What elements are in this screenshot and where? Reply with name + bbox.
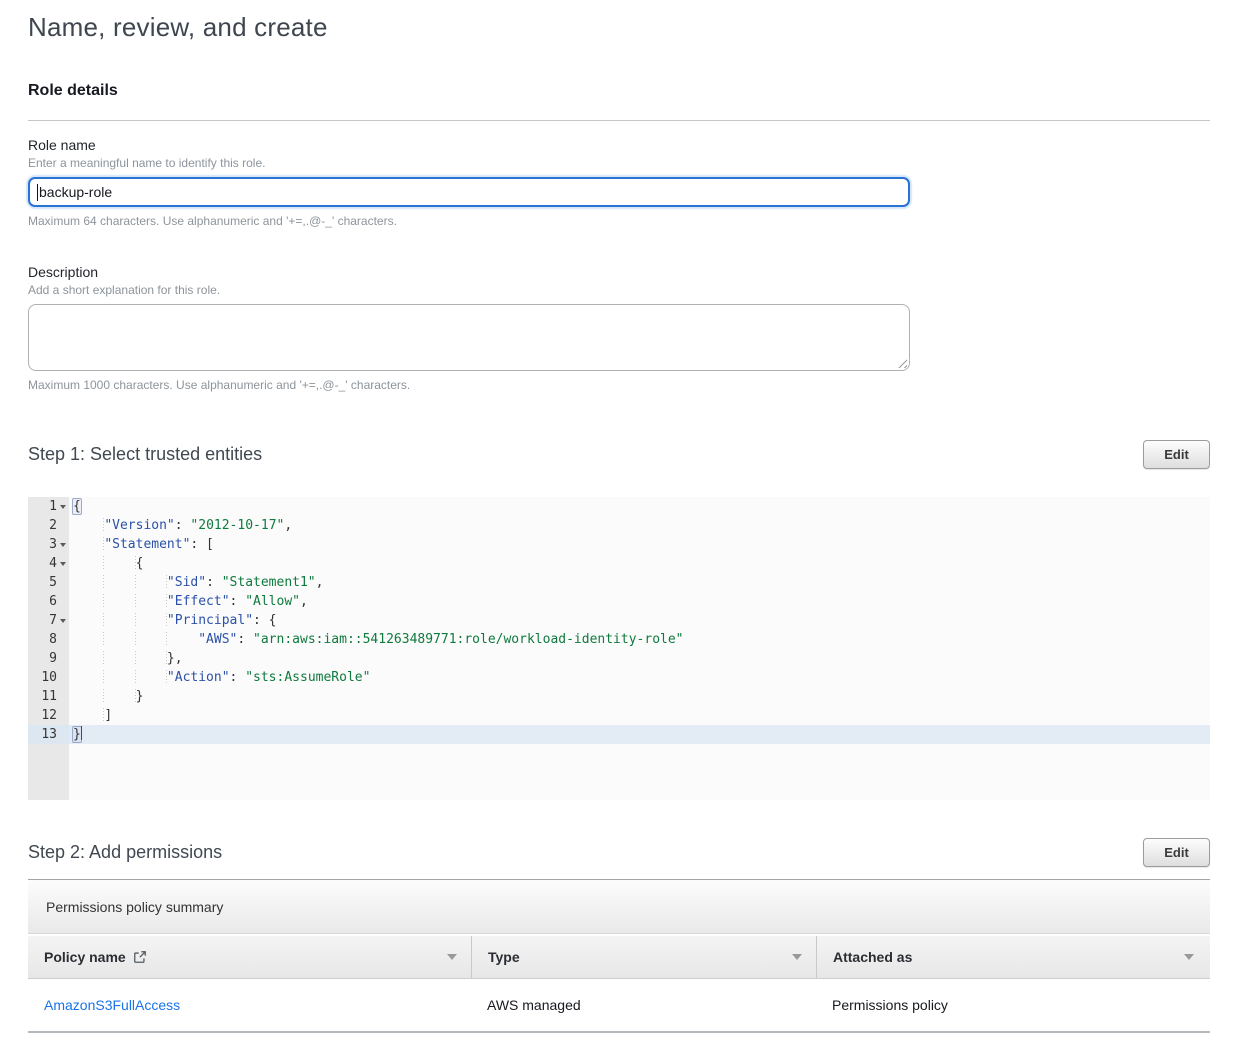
cell-policy-name: AmazonS3FullAccess [28, 997, 471, 1013]
description-hint: Add a short explanation for this role. [28, 283, 1210, 298]
fold-caret-down-icon[interactable] [60, 505, 66, 509]
editor-line-number: 9 [28, 649, 69, 668]
policy-link[interactable]: AmazonS3FullAccess [44, 997, 180, 1013]
panel-title: Permissions policy summary [46, 899, 223, 915]
editor-code-line: "AWS": "arn:aws:iam::541263489771:role/w… [69, 630, 1210, 649]
cell-type: AWS managed [471, 997, 816, 1013]
editor-line-number: 4 [28, 554, 69, 573]
editor-line-number: 13 [28, 725, 69, 744]
editor-line-number: 1 [28, 497, 69, 516]
column-header-type[interactable]: Type [471, 936, 816, 978]
column-header-policy-name[interactable]: Policy name [28, 936, 471, 978]
permissions-policy-summary-panel: Permissions policy summary Policy name T… [28, 880, 1210, 1033]
editor-code-line: "Version": "2012-10-17", [69, 516, 1210, 535]
editor-code-line: ] [69, 706, 1210, 725]
editor-code-line: "Effect": "Allow", [69, 592, 1210, 611]
fold-caret-down-icon[interactable] [60, 543, 66, 547]
description-textarea-wrap [28, 304, 910, 371]
description-textarea[interactable] [28, 304, 910, 371]
divider [28, 120, 1210, 121]
role-name-input[interactable] [28, 177, 910, 207]
text-cursor [37, 184, 38, 201]
role-name-constraint: Maximum 64 characters. Use alphanumeric … [28, 214, 1210, 229]
editor-code-area: { "Version": "2012-10-17", "Statement": … [69, 497, 1210, 800]
editor-code-line: "Principal": { [69, 611, 1210, 630]
trust-policy-json-editor: 12345678910111213 { "Version": "2012-10-… [28, 497, 1210, 800]
role-name-hint: Enter a meaningful name to identify this… [28, 156, 1210, 171]
table-header-row: Policy name Type Attached as [28, 934, 1210, 979]
editor-line-number: 11 [28, 687, 69, 706]
fold-caret-down-icon[interactable] [60, 619, 66, 623]
editor-code-line: { [69, 497, 1210, 516]
sort-triangle-down-icon[interactable] [447, 954, 457, 960]
step1-heading: Step 1: Select trusted entities [28, 440, 262, 466]
editor-line-number: 3 [28, 535, 69, 554]
edit-permissions-button[interactable]: Edit [1143, 838, 1210, 867]
fold-caret-down-icon[interactable] [60, 562, 66, 566]
column-label: Attached as [833, 949, 912, 965]
step2-header-row: Step 2: Add permissions Edit [28, 838, 1210, 867]
panel-header: Permissions policy summary [28, 880, 1210, 934]
description-label: Description [28, 263, 1210, 281]
editor-line-number: 7 [28, 611, 69, 630]
editor-line-number: 2 [28, 516, 69, 535]
role-name-input-wrap [28, 177, 910, 207]
step1-header-row: Step 1: Select trusted entities Edit [28, 440, 1210, 469]
editor-code-line: { [69, 554, 1210, 573]
sort-triangle-down-icon[interactable] [792, 954, 802, 960]
editor-code-line: } [69, 687, 1210, 706]
table-row: AmazonS3FullAccess AWS managed Permissio… [28, 979, 1210, 1033]
editor-line-number: 10 [28, 668, 69, 687]
external-link-icon [133, 950, 147, 964]
name-review-create-page: Name, review, and create Role details Ro… [0, 0, 1242, 1048]
editor-code-line: "Sid": "Statement1", [69, 573, 1210, 592]
step2-heading: Step 2: Add permissions [28, 838, 222, 864]
column-label: Type [488, 949, 520, 965]
editor-code-line: "Action": "sts:AssumeRole" [69, 668, 1210, 687]
edit-trusted-entities-button[interactable]: Edit [1143, 440, 1210, 469]
editor-gutter: 12345678910111213 [28, 497, 69, 800]
editor-code-line: }, [69, 649, 1210, 668]
page-title: Name, review, and create [28, 10, 1210, 44]
editor-line-number: 6 [28, 592, 69, 611]
editor-code-line: "Statement": [ [69, 535, 1210, 554]
cell-attached-as: Permissions policy [816, 997, 1208, 1013]
editor-line-number: 12 [28, 706, 69, 725]
editor-line-number: 5 [28, 573, 69, 592]
description-constraint: Maximum 1000 characters. Use alphanumeri… [28, 378, 1210, 393]
role-name-label: Role name [28, 136, 1210, 154]
role-details-heading: Role details [28, 81, 1210, 101]
column-label: Policy name [44, 949, 126, 965]
column-header-attached-as[interactable]: Attached as [816, 936, 1208, 978]
editor-line-number: 8 [28, 630, 69, 649]
editor-code-line: } [69, 725, 1210, 744]
sort-triangle-down-icon[interactable] [1184, 954, 1194, 960]
